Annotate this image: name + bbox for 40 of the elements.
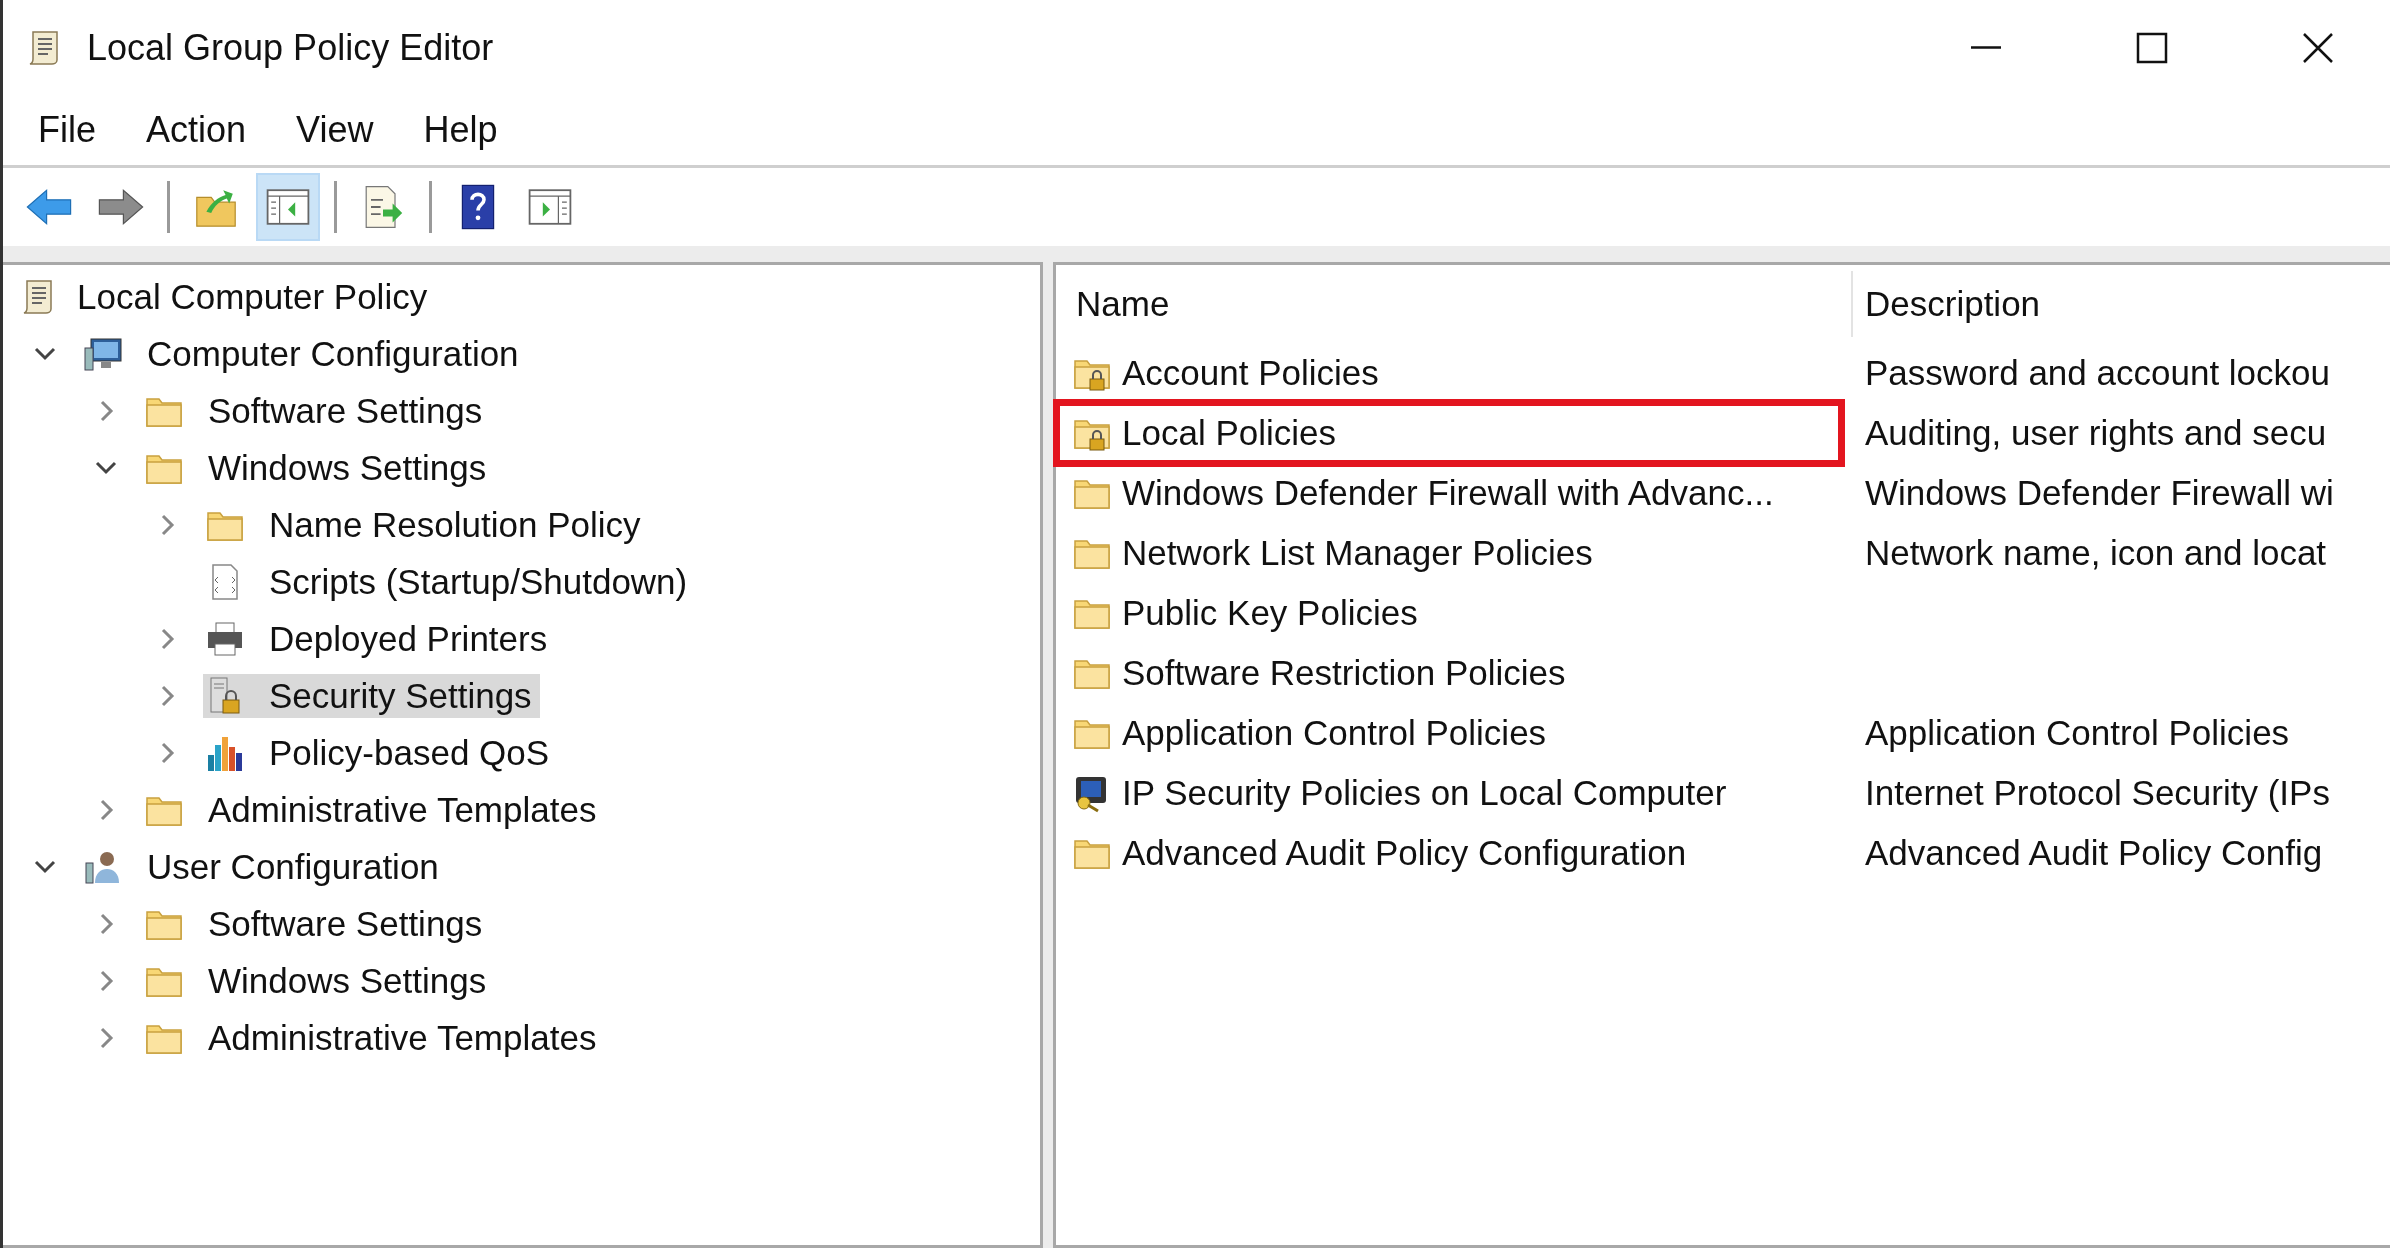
description-cell-text: Internet Protocol Security (IPs bbox=[1864, 773, 2330, 813]
menu-item[interactable]: Help bbox=[398, 109, 523, 151]
close-icon bbox=[2301, 30, 2335, 65]
list-item[interactable]: Local Policies bbox=[1056, 413, 1851, 453]
tree-item[interactable]: Policy-based QoS bbox=[203, 730, 558, 775]
list-item[interactable]: Windows Defender Firewall with Advanc... bbox=[1056, 473, 1851, 513]
list-item[interactable]: Network List Manager Policies bbox=[1056, 533, 1851, 573]
description-cell-text: Advanced Audit Policy Config bbox=[1864, 833, 2323, 873]
description-cell-text: Application Control Policies bbox=[1864, 713, 2290, 753]
tree-item[interactable]: Software Settings bbox=[142, 901, 491, 946]
tree-item[interactable]: Administrative Templates bbox=[142, 787, 605, 832]
tree-item[interactable]: Scripts (Startup/Shutdown) bbox=[203, 559, 696, 604]
list-item[interactable]: Advanced Audit Policy Configuration bbox=[1056, 833, 1851, 873]
tree-item[interactable]: Windows Settings bbox=[142, 445, 495, 490]
tree-item[interactable]: Computer Configuration bbox=[81, 331, 527, 376]
description-cell-text: Auditing, user rights and secu bbox=[1864, 413, 2327, 453]
column-header[interactable]: Description bbox=[1851, 271, 2390, 337]
description-cell-text: Network name, icon and locat bbox=[1864, 533, 2327, 573]
menu-item[interactable]: Action bbox=[121, 109, 272, 151]
menu-item[interactable]: View bbox=[271, 109, 399, 151]
tree-item[interactable]: Administrative Templates bbox=[142, 1015, 605, 1060]
window-title: Local Group Policy Editor bbox=[87, 26, 495, 69]
list-item[interactable]: Public Key Policies bbox=[1056, 593, 1851, 633]
maximize-icon bbox=[2135, 30, 2169, 65]
column-header[interactable]: Name bbox=[1056, 271, 1851, 337]
description-cell-text: Windows Defender Firewall wi bbox=[1864, 473, 2334, 513]
list-item[interactable]: IP Security Policies on Local Computer bbox=[1056, 773, 1851, 813]
tree-item[interactable]: Deployed Printers bbox=[203, 616, 556, 661]
tree-item[interactable]: Security Settings bbox=[203, 673, 540, 718]
minimize-icon bbox=[1971, 46, 2001, 49]
tree-item[interactable]: Windows Settings bbox=[142, 958, 495, 1003]
tree-item[interactable]: Software Settings bbox=[142, 388, 491, 433]
list-item[interactable]: Account Policies bbox=[1056, 353, 1851, 393]
tree-item[interactable]: User Configuration bbox=[81, 844, 447, 889]
tree-item[interactable]: Local Computer Policy bbox=[17, 274, 436, 319]
list-item[interactable]: Software Restriction Policies bbox=[1056, 653, 1851, 693]
tree-item[interactable]: Name Resolution Policy bbox=[203, 502, 649, 547]
list-item[interactable]: Application Control Policies bbox=[1056, 713, 1851, 753]
menu-item[interactable]: File bbox=[13, 109, 121, 151]
description-cell-text: Password and account lockou bbox=[1864, 353, 2330, 393]
